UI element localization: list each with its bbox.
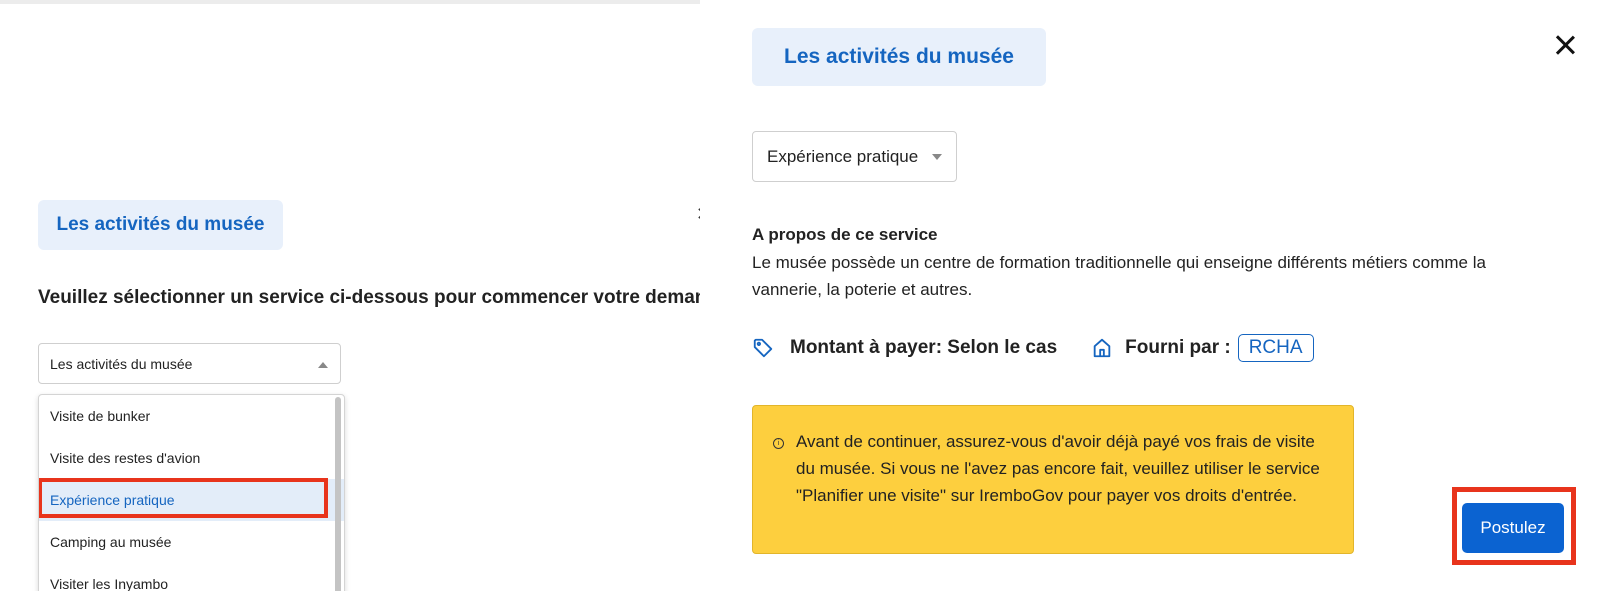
service-dropdown-list[interactable]: Visite de bunker Visite des restes d'avi… <box>38 394 345 591</box>
apply-button[interactable]: Postulez <box>1462 503 1564 553</box>
provider-badge: RCHA <box>1237 334 1314 362</box>
amount-label: Montant à payer: Selon le cas <box>790 337 1058 358</box>
service-title: Les activités du musée <box>752 28 1046 86</box>
right-panel: Les activités du musée Expérience pratiq… <box>700 0 1600 591</box>
service-select-value: Expérience pratique <box>767 146 919 166</box>
home-icon <box>1093 338 1111 358</box>
service-meta: Montant à payer: Selon le cas Fourni par… <box>752 333 1314 363</box>
dropdown-option-selected[interactable]: Expérience pratique <box>39 478 344 521</box>
top-divider <box>0 0 700 4</box>
dropdown-option[interactable]: Visiter les Inyambo <box>39 563 344 591</box>
provider-label: Fourni par : <box>1125 337 1231 358</box>
tag-icon <box>753 338 773 358</box>
service-select[interactable]: Les activités du musée <box>38 343 341 384</box>
info-icon: i <box>773 438 784 449</box>
chevron-down-icon <box>932 154 942 160</box>
warning-text: Avant de continuer, assurez-vous d'avoir… <box>796 432 1320 505</box>
instruction-text: Veuillez sélectionner un service ci-dess… <box>38 287 700 308</box>
about-text: Le musée possède un centre de formation … <box>752 253 1486 299</box>
left-panel: ✕ Les activités du musée Veuillez sélect… <box>0 0 700 591</box>
warning-alert: i Avant de continuer, assurez-vous d'avo… <box>752 405 1354 554</box>
chevron-up-icon <box>318 362 328 368</box>
dropdown-option[interactable]: Visite des restes d'avion <box>39 437 344 479</box>
service-select-value: Les activités du musée <box>50 355 193 372</box>
dropdown-option[interactable]: Visite de bunker <box>39 395 344 437</box>
service-title: Les activités du musée <box>38 200 283 250</box>
service-select[interactable]: Expérience pratique <box>752 131 957 182</box>
close-icon[interactable] <box>1552 32 1578 58</box>
dropdown-scrollbar[interactable] <box>335 397 341 591</box>
about-heading: A propos de ce service <box>752 225 938 244</box>
dropdown-option[interactable]: Camping au musée <box>39 521 344 563</box>
